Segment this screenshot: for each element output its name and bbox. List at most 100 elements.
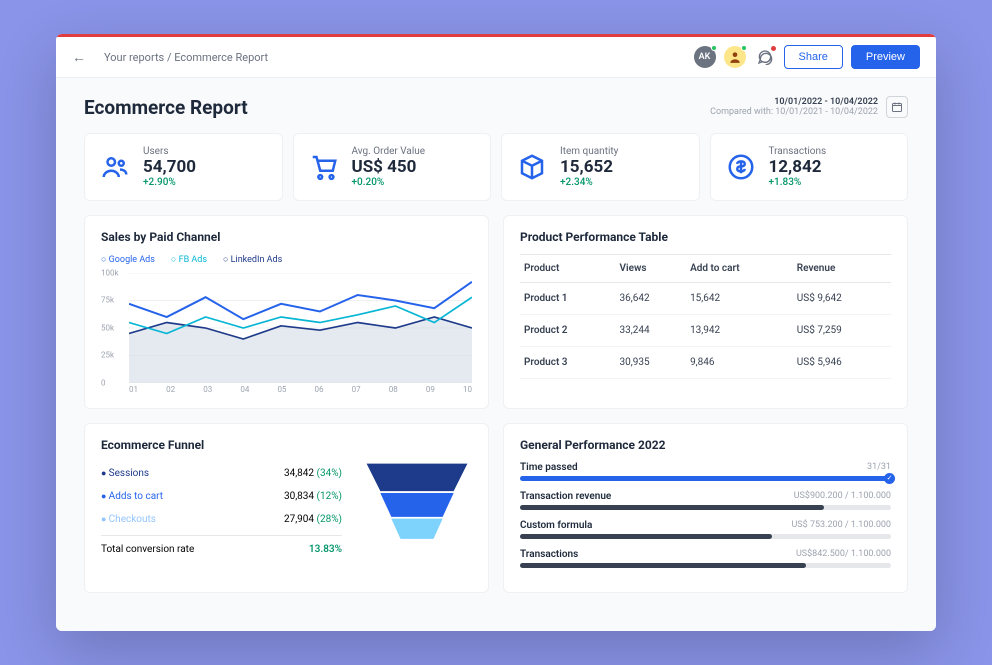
x-tick: 07: [352, 385, 361, 394]
table-cell: Product 1: [520, 282, 616, 314]
sales-line-chart[interactable]: 100k 75k 50k 25k 0: [101, 273, 472, 383]
kpi-users[interactable]: Users 54,700 +2.90%: [84, 133, 283, 201]
funnel-value: 27,904 (28%): [284, 514, 342, 525]
legend-item[interactable]: LinkedIn Ads: [223, 254, 282, 265]
table-cell: 15,642: [686, 282, 793, 314]
col-header[interactable]: Revenue: [793, 254, 891, 282]
kpi-delta: +2.90%: [143, 177, 196, 188]
kpi-value: US$ 450: [352, 158, 426, 177]
x-axis: 01 02 03 04 05 06 07 08 09 10: [101, 385, 472, 394]
check-icon: ✓: [884, 473, 895, 484]
x-tick: 10: [463, 385, 472, 394]
funnel-row: Checkouts 27,904 (28%): [101, 508, 342, 531]
breadcrumb[interactable]: Your reports / Ecommerce Report: [104, 51, 268, 64]
date-range-main: 10/01/2022 - 10/04/2022: [710, 97, 878, 107]
dollar-icon: [725, 151, 757, 183]
perf-value: US$842.500/ 1.100.000: [796, 549, 891, 560]
table-row[interactable]: Product 136,64215,642US$ 9,642: [520, 282, 891, 314]
calendar-icon: [891, 101, 903, 113]
card-title: General Performance 2022: [520, 438, 891, 452]
kpi-label: Item quantity: [560, 146, 618, 157]
kpi-label: Users: [143, 146, 196, 157]
perf-value: US$ 753.200 / 1.100.000: [791, 520, 891, 531]
table-cell: 33,244: [616, 314, 687, 346]
x-tick: 02: [166, 385, 175, 394]
kpi-row: Users 54,700 +2.90% Avg. Order Value US$…: [84, 133, 908, 201]
table-cell: 13,942: [686, 314, 793, 346]
legend-item[interactable]: Google Ads: [101, 254, 155, 265]
x-tick: 08: [389, 385, 398, 394]
total-label: Total conversion rate: [101, 544, 194, 555]
funnel-value: 34,842 (34%): [284, 468, 342, 479]
col-header[interactable]: Views: [616, 254, 687, 282]
table-cell: US$ 9,642: [793, 282, 891, 314]
kpi-items[interactable]: Item quantity 15,652 +2.34%: [501, 133, 700, 201]
x-tick: 09: [426, 385, 435, 394]
kpi-label: Transactions: [769, 146, 827, 157]
table-row[interactable]: Product 330,9359,846US$ 5,946: [520, 346, 891, 378]
col-header[interactable]: Add to cart: [686, 254, 793, 282]
x-tick: 06: [315, 385, 324, 394]
card-title: Ecommerce Funnel: [101, 438, 472, 452]
header: ← Your reports / Ecommerce Report AK Sha…: [56, 37, 936, 78]
legend-item[interactable]: FB Ads: [171, 254, 207, 265]
chat-icon: [757, 49, 773, 65]
preview-button[interactable]: Preview: [851, 45, 920, 69]
date-range-compare: Compared with: 10/01/2021 - 10/04/2022: [710, 107, 878, 117]
funnel-card: Ecommerce Funnel Sessions 34,842 (34%) Add…: [84, 423, 489, 593]
back-button[interactable]: ←: [72, 49, 86, 66]
users-icon: [99, 151, 131, 183]
x-tick: 05: [277, 385, 286, 394]
progress-bar: [520, 563, 891, 568]
perf-value: US$900.200 / 1.100.000: [794, 491, 891, 502]
table-cell: US$ 7,259: [793, 314, 891, 346]
chart-svg: [129, 273, 472, 383]
share-button[interactable]: Share: [784, 45, 843, 69]
page-title: Ecommerce Report: [84, 96, 248, 119]
card-title: Sales by Paid Channel: [101, 230, 472, 244]
funnel-total: Total conversion rate13.83%: [101, 535, 342, 555]
cart-icon: [308, 151, 340, 183]
progress-bar: ✓: [520, 476, 891, 481]
perf-row: Transaction revenue US$900.200 / 1.100.00…: [520, 491, 891, 510]
calendar-button[interactable]: [886, 96, 908, 118]
col-header[interactable]: Product: [520, 254, 616, 282]
presence-dot-icon: [741, 45, 747, 51]
y-tick: 75k: [101, 296, 114, 305]
funnel-label: Sessions: [101, 468, 149, 479]
x-tick: 04: [240, 385, 249, 394]
kpi-delta: +1.83%: [769, 177, 827, 188]
x-tick: 01: [129, 385, 138, 394]
y-tick: 25k: [101, 351, 114, 360]
table-cell: 9,846: [686, 346, 793, 378]
x-tick: 03: [203, 385, 212, 394]
date-range[interactable]: 10/01/2022 - 10/04/2022 Compared with: 1…: [710, 96, 908, 118]
product-table-card: Product Performance Table Product Views …: [503, 215, 908, 409]
presence-dot-icon: [711, 45, 717, 51]
chart-legend: Google Ads FB Ads LinkedIn Ads: [101, 254, 472, 265]
perf-row: TransactionsUS$842.500/ 1.100.000: [520, 549, 891, 568]
sales-chart-card: Sales by Paid Channel Google Ads FB Ads …: [84, 215, 489, 409]
perf-value: 31/31: [867, 462, 891, 473]
chat-button[interactable]: [754, 46, 776, 68]
kpi-aov[interactable]: Avg. Order Value US$ 450 +0.20%: [293, 133, 492, 201]
funnel-row: Adds to cart30,834 (12%): [101, 485, 342, 508]
perf-row: Time passed31/31✓: [520, 462, 891, 481]
kpi-label: Avg. Order Value: [352, 146, 426, 157]
avatar-user-2[interactable]: [724, 46, 746, 68]
table-cell: 30,935: [616, 346, 687, 378]
kpi-value: 54,700: [143, 158, 196, 177]
funnel-label: Checkouts: [101, 514, 156, 525]
perf-label: Transaction revenue: [520, 491, 611, 502]
table-cell: US$ 5,946: [793, 346, 891, 378]
progress-bar: [520, 505, 891, 510]
person-icon: [728, 50, 742, 64]
progress-bar: [520, 534, 891, 539]
table-row[interactable]: Product 233,24413,942US$ 7,259: [520, 314, 891, 346]
notification-dot-icon: [771, 46, 776, 51]
performance-card: General Performance 2022 Time passed31/3…: [503, 423, 908, 593]
kpi-transactions[interactable]: Transactions 12,842 +1.83%: [710, 133, 909, 201]
app-window: ← Your reports / Ecommerce Report AK Sha…: [56, 34, 936, 631]
card-title: Product Performance Table: [520, 230, 891, 244]
avatar-user-1[interactable]: AK: [694, 46, 716, 68]
